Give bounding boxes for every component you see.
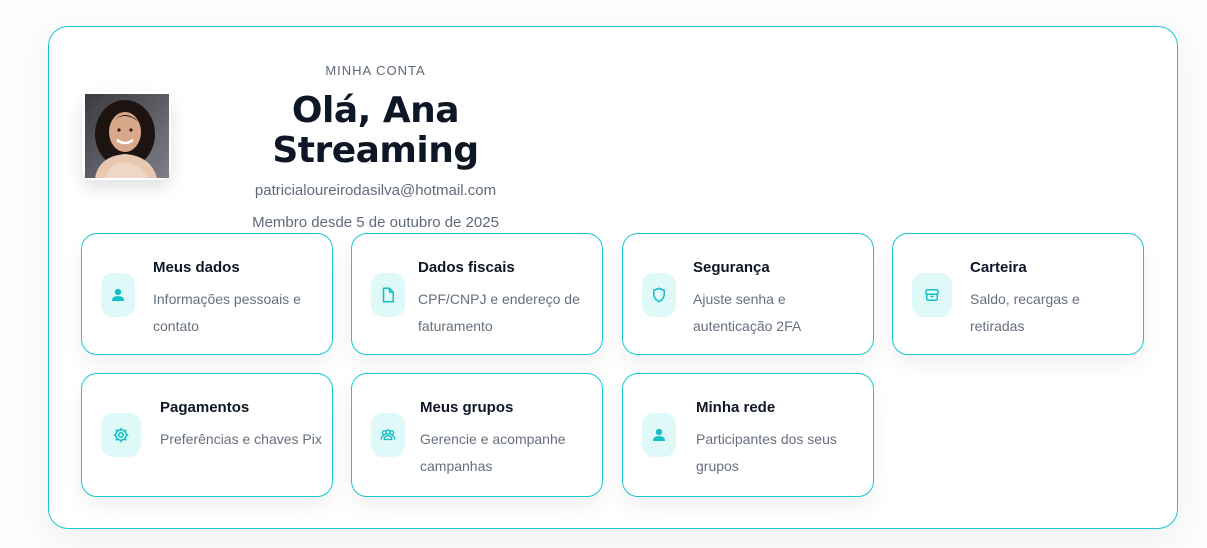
card-dados-fiscais[interactable]: Dados fiscais CPF/CNPJ e endereço de fat… [351,233,603,355]
member-since: Membro desde 5 de outubro de 2025 [252,214,499,231]
card-title: Carteira [970,259,1027,276]
account-panel: MINHA CONTA Olá, Ana Streaming patricial… [48,26,1178,529]
user-email: patricialoureirodasilva@hotmail.com [254,182,497,199]
profile-header: MINHA CONTA Olá, Ana Streaming patricial… [199,63,552,232]
wallet-icon [925,289,939,301]
card-meus-dados[interactable]: Meus dados Informações pessoais e contat… [81,233,333,355]
card-carteira[interactable]: Carteira Saldo, recargas e retiradas [892,233,1144,355]
avatar [82,91,171,180]
group-icon [380,429,396,441]
card-description: CPF/CNPJ e endereço de faturamento [418,291,580,334]
section-label: MINHA CONTA [325,63,426,78]
card-minha-rede[interactable]: Minha rede Participantes dos seus grupos [622,373,874,497]
card-title: Dados fiscais [418,259,515,276]
payment-gear-icon [113,427,129,443]
card-title: Minha rede [696,399,776,416]
card-description: Participantes dos seus grupos [696,431,837,474]
avatar-photo [84,93,169,178]
shield-icon [653,287,665,303]
page-title: Olá, Ana Streaming [272,90,479,171]
document-icon [382,287,394,303]
user-icon [653,428,665,441]
card-title: Meus dados [153,259,240,276]
card-seguranca[interactable]: Segurança Ajuste senha e autenticação 2F… [622,233,874,355]
card-description: Preferências e chaves Pix [160,431,322,447]
user-icon [112,288,124,301]
card-title: Segurança [693,259,770,276]
card-title: Pagamentos [160,399,250,416]
card-description: Ajuste senha e autenticação 2FA [693,291,802,334]
card-title: Meus grupos [420,399,514,416]
card-description: Informações pessoais e contato [153,291,301,334]
card-pagamentos[interactable]: Pagamentos Preferências e chaves Pix [81,373,333,497]
card-description: Gerencie e acompanhe campanhas [420,431,566,474]
card-meus-grupos[interactable]: Meus grupos Gerencie e acompanhe campanh… [351,373,603,497]
card-description: Saldo, recargas e retiradas [970,291,1080,334]
